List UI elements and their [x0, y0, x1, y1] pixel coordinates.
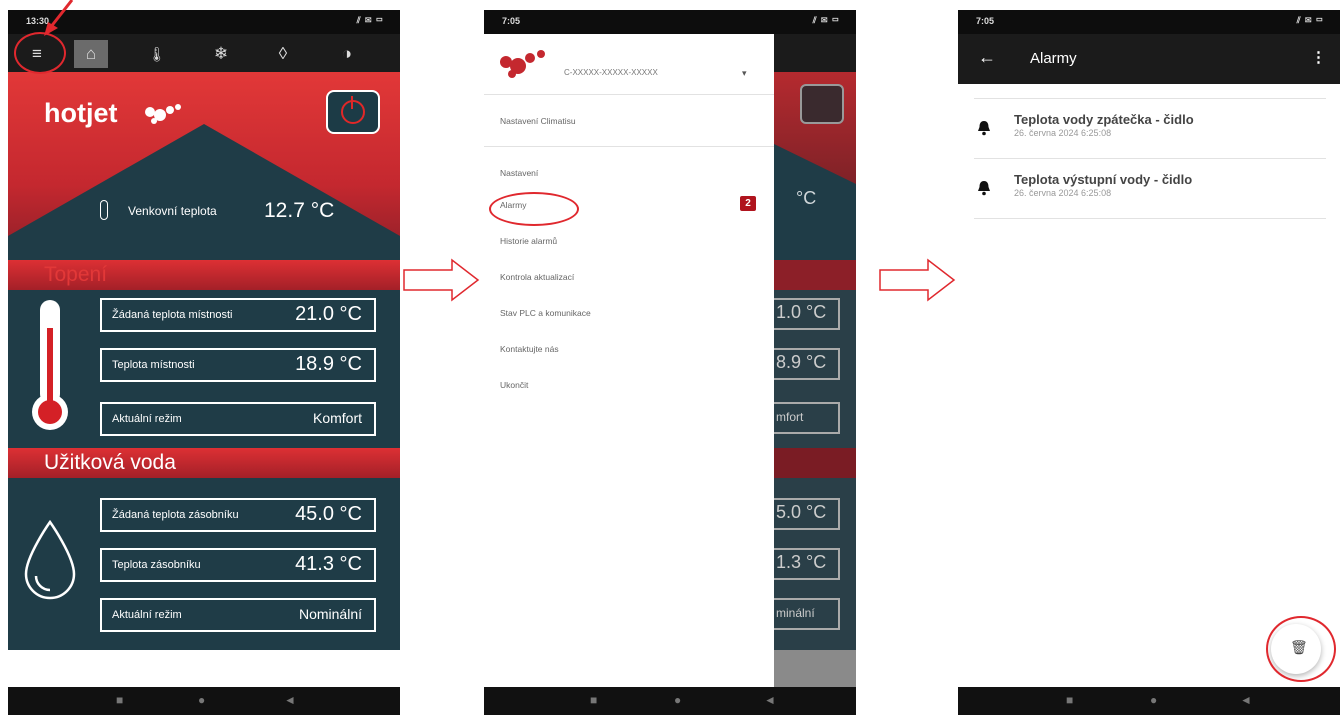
brand-logo-mark — [145, 104, 181, 124]
brand-logo-mark — [500, 50, 545, 78]
status-icons: ⫽ ✉ ▭ — [1296, 15, 1324, 25]
annotation-circle-alarms — [489, 192, 579, 226]
recents-button[interactable]: ■ — [1066, 693, 1073, 707]
menu-item-update-check[interactable]: Kontrola aktualizací — [500, 272, 574, 282]
phone-screen-drawer: 7:05 ⫽ ✉ ▭ °C 1.0 °C 8.9 °C mfort 5.0 °C… — [484, 10, 856, 715]
recents-button[interactable]: ■ — [116, 693, 123, 707]
water-row: Žádaná teplota zásobníku 45.0 °C — [100, 498, 376, 532]
status-icons: ⫽ ✉ ▭ — [356, 15, 384, 25]
system-nav-bar: ■ ● ◄ — [8, 687, 400, 715]
row-label: Teplota zásobníku — [112, 559, 201, 571]
page-title: Alarmy — [1030, 50, 1077, 67]
large-thermometer-icon — [32, 300, 68, 430]
alarm-count-badge: 2 — [740, 196, 756, 211]
snowflake-icon[interactable]: ❄ — [204, 40, 238, 68]
power-button — [800, 84, 844, 124]
chevron-down-icon[interactable]: ▾ — [742, 68, 747, 79]
thermometer-icon[interactable]: 🌡 — [140, 40, 174, 68]
row-label: Žádaná teplota zásobníku — [112, 509, 239, 521]
back-button[interactable]: ◄ — [1240, 693, 1252, 707]
water-header: Užitková voda — [8, 448, 400, 478]
annotation-arrow — [44, 0, 74, 36]
outdoor-label: Venkovní teplota — [128, 204, 217, 218]
water-title: Užitková voda — [44, 451, 176, 474]
menu-item-alarm-history[interactable]: Historie alarmů — [500, 236, 557, 246]
row-label: Teplota místnosti — [112, 359, 195, 371]
contrast-icon[interactable]: ◑ — [330, 40, 364, 68]
flow-arrow-right — [403, 258, 480, 302]
thermometer-icon — [100, 200, 108, 220]
drop-icon[interactable]: ◊ — [266, 40, 300, 68]
heating-row: Aktuální režim Komfort — [100, 402, 376, 436]
power-icon — [341, 100, 365, 124]
bell-icon — [978, 121, 990, 136]
alarm-date: 26. června 2024 6:25:08 — [1014, 128, 1112, 138]
heating-title: Topení — [44, 263, 108, 286]
recents-button[interactable]: ■ — [590, 693, 597, 707]
row-value: Nominální — [298, 606, 362, 622]
menu-item-exit[interactable]: Ukončit — [500, 380, 528, 390]
flow-arrow-right — [879, 258, 956, 302]
bottom-strip — [8, 650, 400, 687]
row-value: 41.3 °C — [295, 553, 362, 575]
back-arrow-icon[interactable]: ← — [978, 47, 996, 68]
home-button[interactable]: ● — [674, 693, 681, 707]
heating-panel: Žádaná teplota místnosti 21.0 °C Teplota… — [8, 290, 400, 448]
home-icon[interactable]: ⌂ — [74, 40, 108, 68]
divider — [484, 94, 774, 95]
row-label: Žádaná teplota místnosti — [112, 309, 233, 321]
row-label: Aktuální režim — [112, 609, 182, 621]
alarm-title: Teplota vody zpátečka - čidlo — [1014, 112, 1194, 127]
phone-screen-main: 13:30 ⫽ ✉ ▭ ≡ ⌂ 🌡 ❄ ◊ ◑ hotjet Venkovní … — [8, 10, 400, 715]
hero-banner: hotjet Venkovní teplota 12.7 °C — [8, 72, 400, 260]
alarm-list: Teplota vody zpátečka - čidlo 26. června… — [958, 84, 1340, 687]
water-row: Teplota zásobníku 41.3 °C — [100, 548, 376, 582]
menu-item-contact[interactable]: Kontaktujte nás — [500, 344, 559, 354]
system-nav-bar: ■ ● ◄ — [484, 687, 856, 715]
alarm-title: Teplota výstupní vody - čidlo — [1014, 172, 1193, 187]
app-bar: ← Alarmy ⋮ — [958, 34, 1340, 84]
heating-header: Topení — [8, 260, 400, 290]
status-bar: 7:05 ⫽ ✉ ▭ — [958, 10, 1340, 34]
back-button[interactable]: ◄ — [284, 693, 296, 707]
menu-item-plc-status[interactable]: Stav PLC a komunikace — [500, 308, 591, 318]
status-time: 7:05 — [976, 16, 995, 26]
alarm-item[interactable]: Teplota vody zpátečka - čidlo 26. června… — [974, 100, 1326, 159]
home-button[interactable]: ● — [198, 693, 205, 707]
divider — [484, 146, 774, 147]
water-drop-icon — [24, 519, 76, 600]
menu-item-settings[interactable]: Nastavení — [500, 168, 538, 178]
roof-shape — [8, 124, 400, 260]
home-button[interactable]: ● — [1150, 693, 1157, 707]
divider — [974, 98, 1326, 99]
climate-settings-item[interactable]: Nastavení Climatisu — [500, 116, 576, 126]
row-value: 45.0 °C — [295, 503, 362, 525]
bell-icon — [978, 181, 990, 196]
back-button[interactable]: ◄ — [764, 693, 776, 707]
annotation-circle-fab — [1266, 616, 1336, 682]
outdoor-value: 12.7 °C — [264, 199, 335, 222]
power-button[interactable] — [326, 90, 380, 134]
alarm-date: 26. června 2024 6:25:08 — [1014, 188, 1112, 198]
water-row: Aktuální režim Nominální — [100, 598, 376, 632]
phone-screen-alarms: 7:05 ⫽ ✉ ▭ ← Alarmy ⋮ Teplota vody zpáte… — [958, 10, 1340, 715]
row-label: Aktuální režim — [112, 413, 182, 425]
account-id: C-XXXXX-XXXXX-XXXXX — [564, 68, 658, 77]
row-value: Komfort — [312, 410, 362, 426]
system-nav-bar: ■ ● ◄ — [958, 687, 1340, 715]
heating-row: Žádaná teplota místnosti 21.0 °C — [100, 298, 376, 332]
row-value: 21.0 °C — [295, 303, 362, 325]
brand-logo-text: hotjet — [44, 98, 118, 128]
alarm-item[interactable]: Teplota výstupní vody - čidlo 26. června… — [974, 160, 1326, 219]
navigation-drawer: C-XXXXX-XXXXX-XXXXX ▾ Nastavení Climatis… — [484, 34, 774, 687]
heating-row: Teplota místnosti 18.9 °C — [100, 348, 376, 382]
more-options-icon[interactable]: ⋮ — [1311, 48, 1326, 66]
water-panel: Žádaná teplota zásobníku 45.0 °C Teplota… — [8, 478, 400, 650]
row-value: 18.9 °C — [295, 353, 362, 375]
